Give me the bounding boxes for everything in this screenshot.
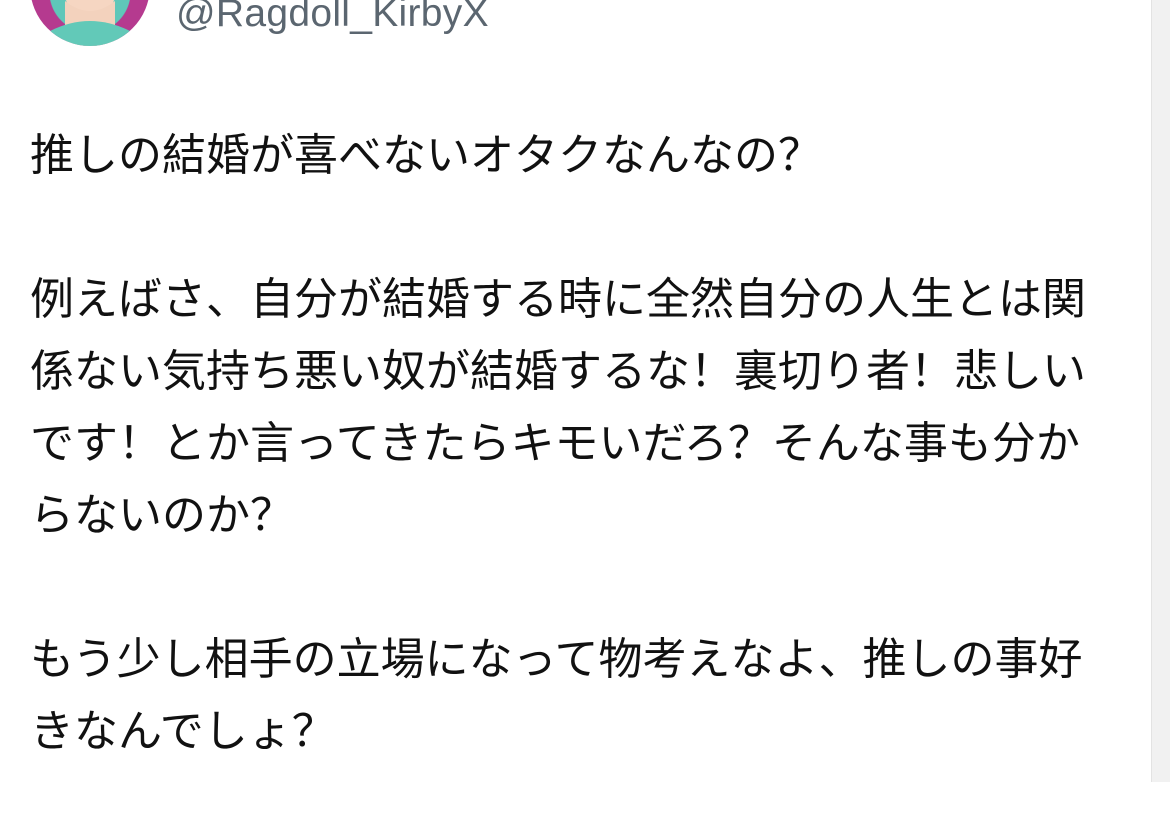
tweet-paragraph: 例えばさ、自分が結婚する時に全然自分の人生とは関係ない気持ち悪い奴が結婚するな！… xyxy=(30,274,1086,541)
tweet-paragraph: もう少し相手の立場になって物考えなよ、推しの事好きなんでしょ？ xyxy=(30,634,1083,757)
tweet-paragraph: 推しの結婚が喜べないオタクなんなの？ xyxy=(30,130,822,181)
author-handle[interactable]: @Ragdoll_KirbyX xyxy=(176,0,489,36)
tweet-text: 推しの結婚が喜べないオタクなんなの？ 例えばさ、自分が結婚する時に全然自分の人生… xyxy=(30,120,1120,840)
avatar-image-icon xyxy=(40,1,140,46)
scrollbar[interactable] xyxy=(1151,0,1170,782)
avatar[interactable] xyxy=(30,0,150,46)
